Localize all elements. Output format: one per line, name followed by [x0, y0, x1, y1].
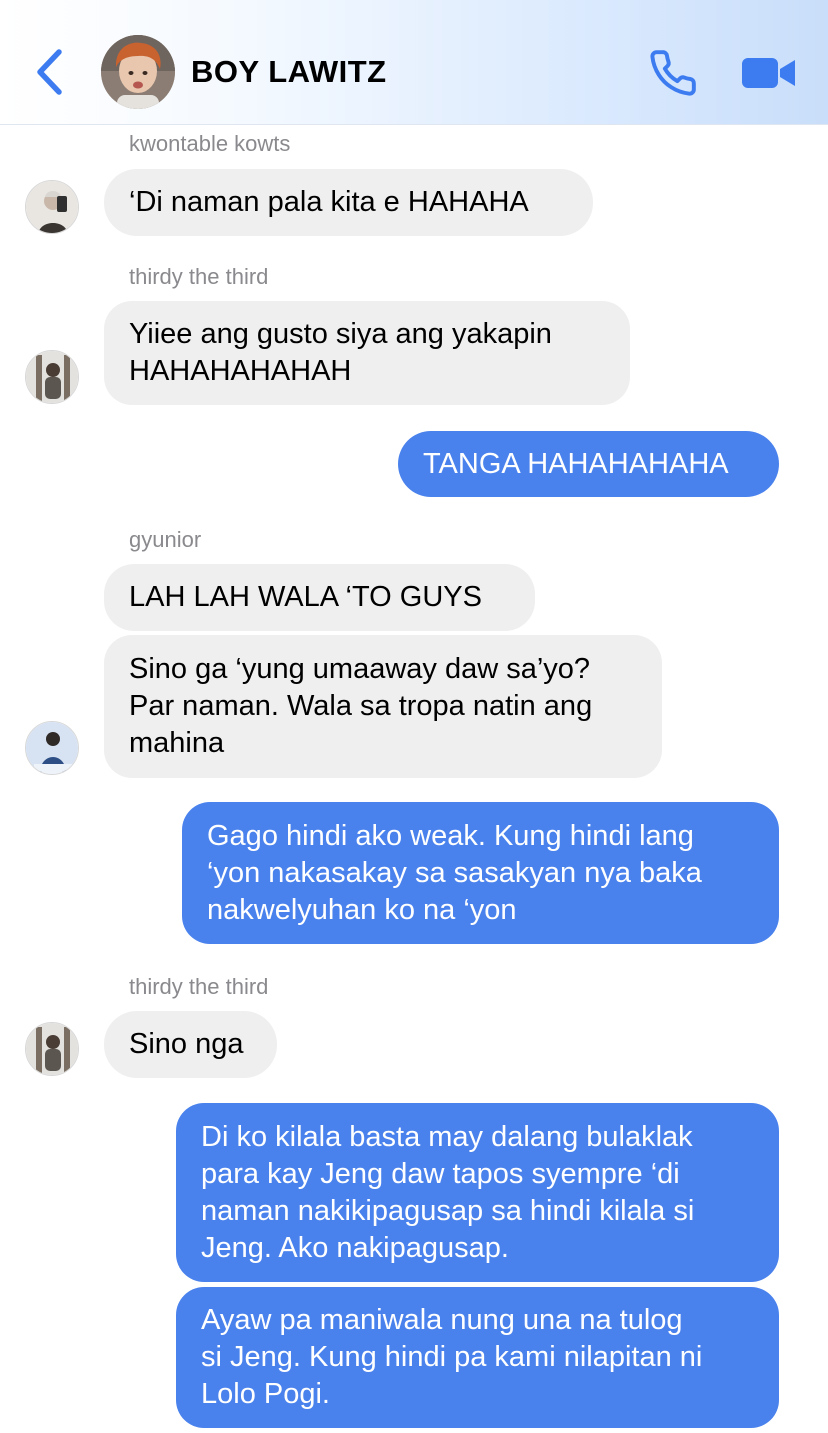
message-text-line: Lolo Pogi. — [201, 1378, 330, 1410]
message-text: Sino nga — [129, 1028, 244, 1060]
video-call-button[interactable] — [741, 54, 797, 92]
contact-name[interactable]: BOY LAWITZ — [191, 52, 387, 92]
outgoing-message[interactable]: Gago hindi ako weak. Kung hindi lang ‘yo… — [182, 802, 779, 944]
back-button[interactable] — [30, 46, 70, 98]
incoming-message[interactable]: Sino ga ‘yung umaaway daw sa’yo? Par nam… — [104, 635, 662, 778]
incoming-message[interactable]: ‘Di naman pala kita e HAHAHA — [104, 169, 593, 236]
message-text-line: Gago hindi ako weak. Kung hindi lang — [207, 819, 694, 852]
contact-avatar[interactable] — [101, 35, 175, 109]
message-text-line: mahina — [129, 727, 225, 759]
incoming-message[interactable]: LAH LAH WALA ‘TO GUYS — [104, 564, 535, 631]
sender-avatar[interactable] — [25, 721, 79, 775]
avatar-photo — [26, 181, 78, 233]
message-text-line: naman nakikipagusap sa hindi kilala si — [201, 1194, 695, 1227]
message-text-line: ‘yon nakasakay sa sasakyan nya baka — [207, 856, 702, 889]
sender-name: thirdy the third — [129, 264, 269, 289]
chevron-left-icon — [37, 49, 62, 95]
sender-name: gyunior — [129, 527, 202, 552]
message-text-line: nakwelyuhan ko na ‘yon — [207, 893, 517, 926]
chat-header: BOY LAWITZ — [0, 0, 828, 125]
message-text-line: HAHAHAHAHAH — [129, 355, 352, 387]
outgoing-message[interactable]: TANGA HAHAHAHAHA — [398, 431, 779, 497]
avatar-photo — [26, 1023, 78, 1075]
message-text-line: Sino ga ‘yung umaaway daw sa’yo? — [129, 653, 591, 685]
incoming-message[interactable]: Yiiee ang gusto siya ang yakapin HAHAHAH… — [104, 301, 630, 405]
phone-icon — [650, 50, 696, 96]
voice-call-button[interactable] — [648, 48, 698, 98]
sender-avatar[interactable] — [25, 1022, 79, 1076]
message-text-line: Di ko kilala basta may dalang bulaklak — [201, 1120, 693, 1153]
message-text-line: Yiiee ang gusto siya ang yakapin — [129, 318, 552, 350]
message-text-line: para kay Jeng daw tapos syempre ‘di — [201, 1157, 680, 1190]
incoming-message[interactable]: Sino nga — [104, 1011, 277, 1078]
message-text-line: Jeng. Ako nakipagusap. — [201, 1231, 509, 1264]
message-text: LAH LAH WALA ‘TO GUYS — [129, 581, 482, 613]
avatar-photo — [26, 722, 78, 774]
message-text-line: Par naman. Wala sa tropa natin ang — [129, 690, 593, 722]
sender-avatar[interactable] — [25, 350, 79, 404]
outgoing-message[interactable]: Ayaw pa maniwala nung una na tulog si Je… — [176, 1287, 779, 1428]
sender-name: thirdy the third — [129, 974, 269, 999]
avatar-photo — [101, 35, 175, 109]
outgoing-message[interactable]: Di ko kilala basta may dalang bulaklak p… — [176, 1103, 779, 1282]
video-camera-icon — [742, 58, 795, 88]
sender-name: kwontable kowts — [129, 131, 291, 156]
message-text-line: Ayaw pa maniwala nung una na tulog — [201, 1304, 683, 1336]
message-text: TANGA HAHAHAHAHA — [423, 447, 729, 480]
sender-avatar[interactable] — [25, 180, 79, 234]
avatar-photo — [26, 351, 78, 403]
message-text-line: si Jeng. Kung hindi pa kami nilapitan ni — [201, 1341, 703, 1373]
message-text: ‘Di naman pala kita e HAHAHA — [129, 186, 529, 218]
